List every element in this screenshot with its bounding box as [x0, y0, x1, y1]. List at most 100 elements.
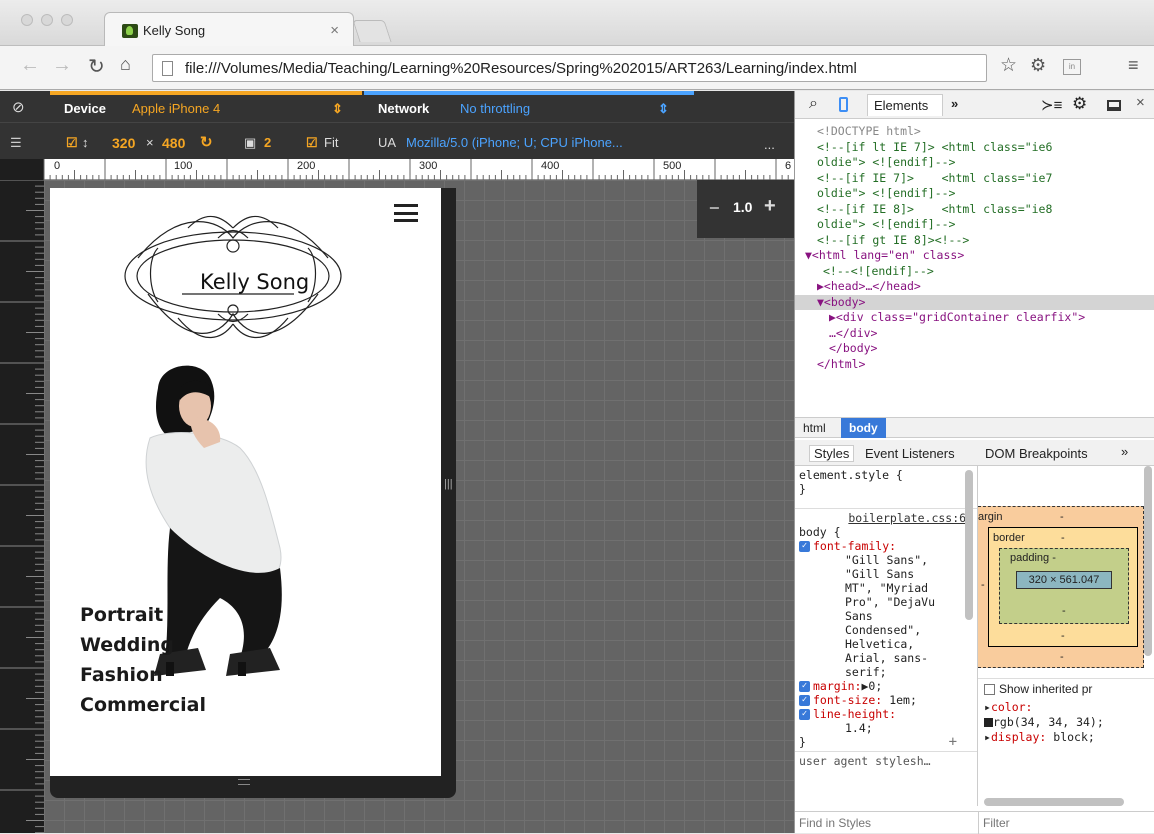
console-drawer-icon[interactable]: ≻≡	[1041, 96, 1062, 114]
dock-side-icon[interactable]	[1107, 100, 1121, 111]
device-select-arrow-icon[interactable]: ⇕	[332, 101, 343, 117]
font-family-checkbox[interactable]: ✓	[799, 541, 810, 552]
browser-tab[interactable]: Kelly Song ×	[104, 12, 354, 46]
styles-scrollbar[interactable]	[965, 470, 973, 620]
vertical-resize-handle[interactable]: |||	[444, 478, 453, 490]
network-select-arrow-icon[interactable]: ⇕	[658, 101, 669, 117]
more-panels-button[interactable]: »	[951, 96, 958, 111]
add-rule-button[interactable]: +	[949, 735, 957, 749]
value-font-family-line[interactable]: MT", "Myriad	[845, 581, 973, 595]
fit-checkbox[interactable]: ☑	[306, 135, 318, 151]
more-options[interactable]: ...	[764, 137, 775, 152]
zoom-window-button[interactable]	[61, 14, 73, 26]
dom-node[interactable]: ▶<head>…</head>	[795, 279, 1154, 295]
resolution-checkbox[interactable]: ☑	[66, 135, 78, 151]
dpr-field[interactable]: 2	[264, 135, 271, 150]
nav-link-wedding[interactable]: Wedding	[80, 630, 206, 660]
network-select[interactable]: No throttling	[460, 101, 530, 116]
boxmodel-scrollbar[interactable]	[984, 798, 1124, 806]
ua-field[interactable]: Mozilla/5.0 (iPhone; U; CPU iPhone...	[406, 135, 623, 150]
value-font-family-line[interactable]: serif;	[845, 665, 973, 679]
computed-color-prop[interactable]: color:	[991, 700, 1033, 714]
minimize-window-button[interactable]	[41, 14, 53, 26]
dom-node[interactable]: <!--[if lt IE 7]> <html class="ie6	[795, 140, 1154, 156]
nav-link-fashion[interactable]: Fashion	[80, 660, 206, 690]
disable-emulation-icon[interactable]: ⊘	[12, 98, 25, 116]
font-size-checkbox[interactable]: ✓	[799, 695, 810, 706]
bookmark-star-icon[interactable]: ☆	[1000, 54, 1017, 77]
address-bar[interactable]: file:///Volumes/Media/Teaching/Learning%…	[152, 54, 987, 82]
tab-elements[interactable]: Elements	[867, 94, 943, 116]
color-swatch-icon[interactable]	[984, 718, 993, 727]
tab-close-icon[interactable]: ×	[330, 22, 339, 39]
dom-node[interactable]: oldie"> <![endif]-->	[795, 217, 1154, 233]
value-font-family-line[interactable]: Condensed",	[845, 623, 973, 637]
height-field[interactable]: 480	[162, 135, 185, 151]
dom-node[interactable]: oldie"> <![endif]-->	[795, 155, 1154, 171]
crumb-body[interactable]: body	[841, 418, 886, 438]
dom-node[interactable]: <!--<![endif]-->	[795, 264, 1154, 280]
find-in-styles-input[interactable]	[799, 814, 973, 831]
device-select[interactable]: Apple iPhone 4	[132, 101, 220, 116]
inspect-search-icon[interactable]: ⌕	[809, 95, 818, 113]
zoom-in-button[interactable]: +	[764, 195, 776, 218]
extension-gear-icon[interactable]: ⚙	[1030, 55, 1046, 76]
computed-display-prop[interactable]: display:	[991, 730, 1046, 744]
hamburger-menu-icon[interactable]	[394, 204, 418, 222]
zoom-out-button[interactable]: −	[709, 198, 720, 219]
element-style-rule[interactable]: element.style {	[799, 468, 973, 482]
linkedin-extension-icon[interactable]: in	[1063, 59, 1081, 75]
dom-node[interactable]: </body>	[795, 341, 1154, 357]
subtab-dom-breakpoints[interactable]: DOM Breakpoints	[985, 446, 1088, 461]
computed-scrollbar[interactable]	[1144, 466, 1152, 656]
subtab-event-listeners[interactable]: Event Listeners	[865, 446, 955, 461]
value-font-family-line[interactable]: "Gill Sans",	[845, 553, 973, 567]
settings-gear-icon[interactable]: ⚙	[1072, 94, 1087, 114]
dom-node[interactable]: <!--[if IE 8]> <html class="ie8	[795, 202, 1154, 218]
value-font-family-line[interactable]: Helvetica,	[845, 637, 973, 651]
nav-link-portrait[interactable]: Portrait	[80, 600, 206, 630]
value-font-family-line[interactable]: Sans	[845, 609, 973, 623]
width-field[interactable]: 320	[112, 135, 135, 151]
dom-node[interactable]: <!--[if IE 7]> <html class="ie7	[795, 171, 1154, 187]
show-inherited-checkbox[interactable]	[984, 684, 995, 695]
subtab-more[interactable]: »	[1121, 444, 1128, 459]
close-window-button[interactable]	[21, 14, 33, 26]
nav-link-commercial[interactable]: Commercial	[80, 690, 206, 720]
emulated-viewport[interactable]: Kelly Song Portrait Wedding Fashion Comm…	[50, 188, 441, 776]
line-height-checkbox[interactable]: ✓	[799, 709, 810, 720]
margin-checkbox[interactable]: ✓	[799, 681, 810, 692]
dom-node[interactable]: <!--[if gt IE 8]><!-->	[795, 233, 1154, 249]
device-mode-icon[interactable]	[839, 97, 848, 112]
dom-node[interactable]: ▶<div class="gridContainer clearfix">	[795, 310, 1154, 326]
menu-icon[interactable]: ≡	[1128, 55, 1139, 76]
forward-icon[interactable]: →	[52, 54, 72, 77]
dom-node[interactable]: …</div>	[795, 326, 1154, 342]
dom-node[interactable]: oldie"> <![endif]-->	[795, 186, 1154, 202]
logo-text[interactable]: Kelly Song	[200, 270, 309, 294]
subtab-styles[interactable]: Styles	[809, 445, 855, 462]
swap-dimensions-icon[interactable]: ↻	[200, 133, 213, 151]
value-line-height[interactable]: 1.4;	[799, 721, 973, 735]
new-tab-button[interactable]	[352, 20, 392, 42]
dom-node[interactable]: </html>	[795, 357, 1154, 373]
dom-node[interactable]: ▼<body>	[795, 294, 1154, 310]
value-font-family-line[interactable]: "Gill Sans	[845, 567, 973, 581]
reload-icon[interactable]: ↻	[88, 54, 105, 79]
crumb-html[interactable]: html	[803, 421, 826, 435]
media-query-icon[interactable]: ☰	[10, 135, 22, 151]
home-icon[interactable]: ⌂	[120, 54, 131, 75]
dom-node[interactable]: ▼<html lang="en" class>	[795, 248, 1154, 264]
back-icon[interactable]: ←	[20, 54, 40, 77]
value-font-family-line[interactable]: Arial, sans-	[845, 651, 973, 665]
value-margin[interactable]: ▶0;	[861, 679, 882, 693]
stylesheet-link[interactable]: boilerplate.css:61	[799, 511, 973, 525]
user-agent-rule[interactable]: user agent stylesh…	[795, 751, 977, 770]
value-font-family-line[interactable]: Pro", "DejaVu	[845, 595, 973, 609]
horizontal-resize-handle[interactable]	[238, 779, 250, 785]
dom-node[interactable]: <!DOCTYPE html>	[795, 124, 1154, 140]
close-devtools-icon[interactable]: ×	[1136, 94, 1145, 111]
computed-filter-input[interactable]	[983, 814, 1143, 831]
value-font-size[interactable]: 1em;	[889, 693, 917, 707]
content-box[interactable]: 320 × 561.047	[1016, 571, 1112, 589]
